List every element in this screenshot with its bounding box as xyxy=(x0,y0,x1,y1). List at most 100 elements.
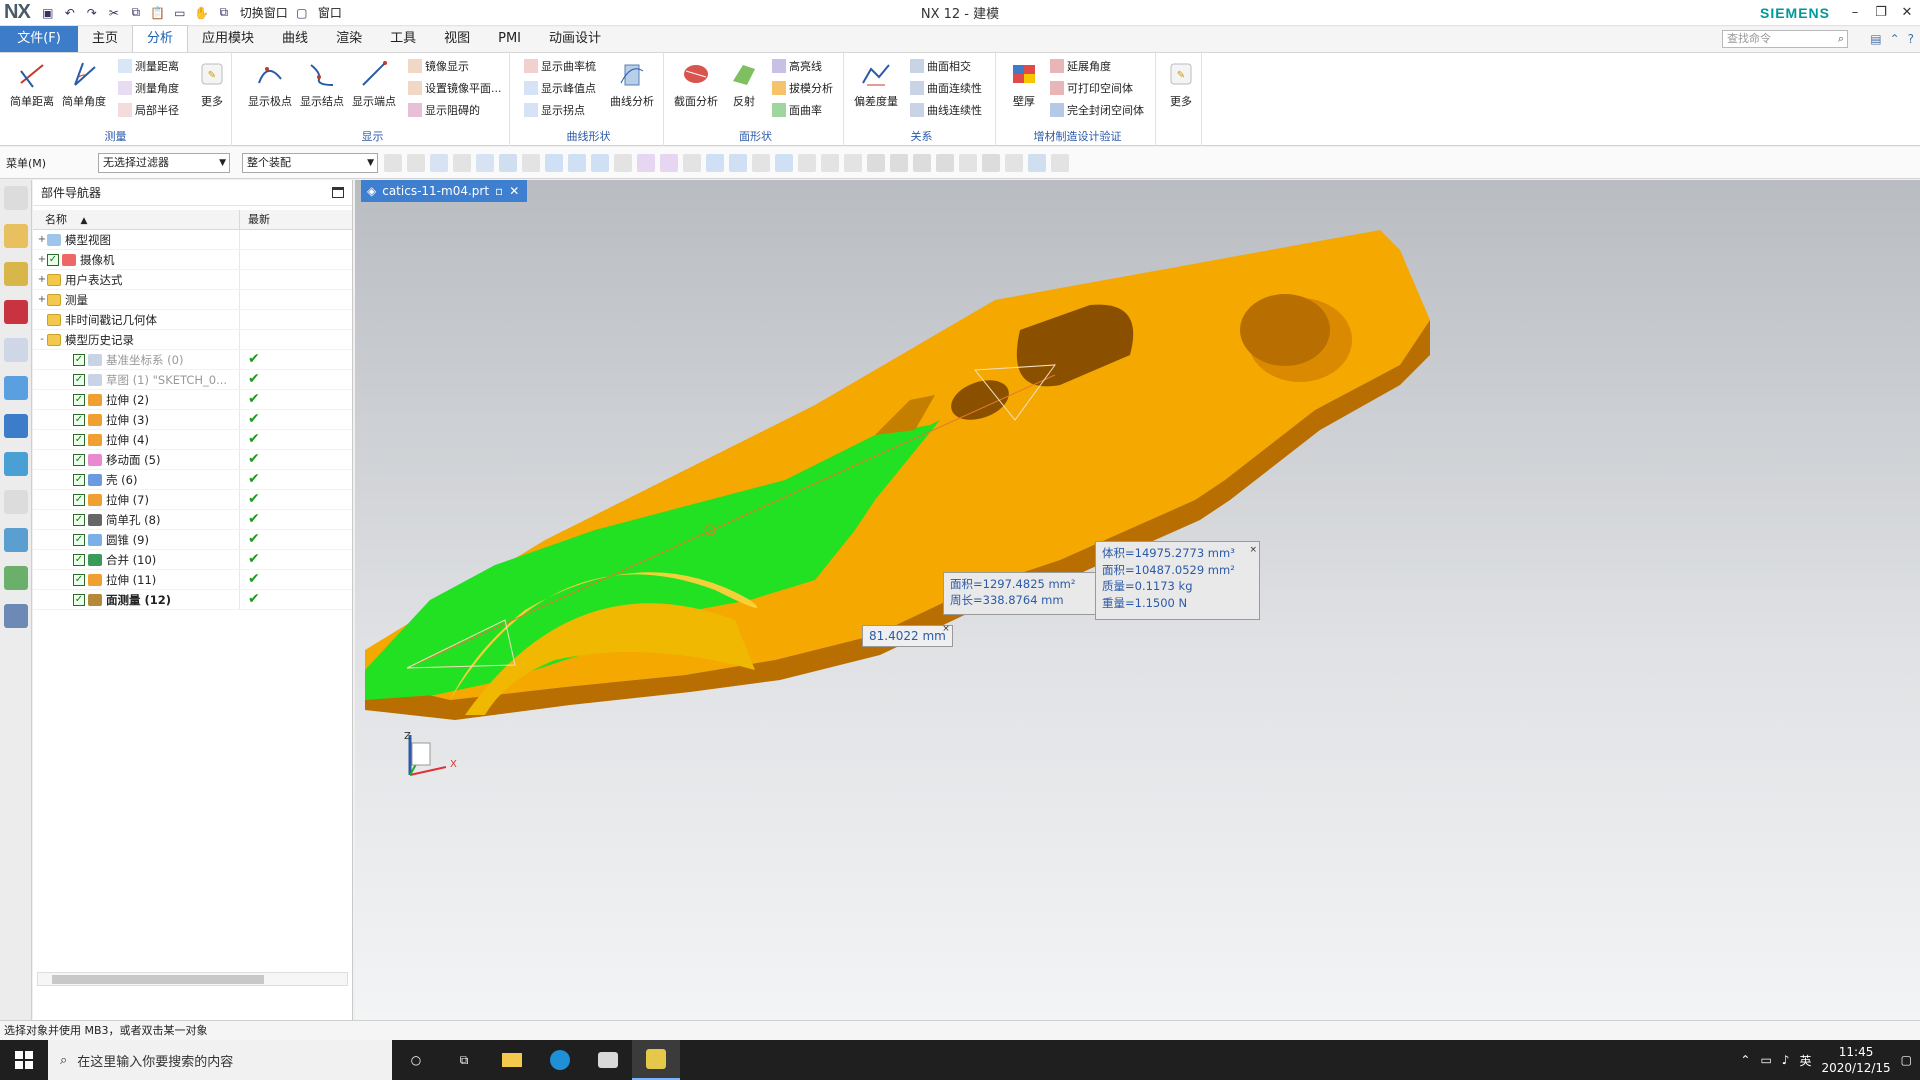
taskbar-search-input[interactable]: ⌕ 在这里输入你要搜索的内容 xyxy=(48,1040,392,1080)
snap-curve-icon[interactable] xyxy=(660,154,678,172)
ime-indicator[interactable]: 英 xyxy=(1799,1052,1811,1069)
curve-select-icon[interactable] xyxy=(522,154,540,172)
history-icon[interactable] xyxy=(3,452,28,476)
save-icon[interactable]: ▣ xyxy=(40,5,56,21)
command-search-input[interactable]: 查找命令 ⌕ xyxy=(1722,30,1848,48)
switch-window-button[interactable]: 切换窗口 xyxy=(240,4,288,21)
tree-row[interactable]: ✓ 壳 (6) ✔ xyxy=(33,470,352,490)
tree-row[interactable]: + 用户表达式 xyxy=(33,270,352,290)
set-mirror-plane-button[interactable]: 设置镜像平面... xyxy=(408,79,502,97)
part-navigator-icon[interactable] xyxy=(3,300,28,324)
tree-row[interactable]: ✓ 基准坐标系 (0) ✔ xyxy=(33,350,352,370)
visibility-checkbox[interactable]: ✓ xyxy=(73,413,85,426)
tree-row[interactable]: ✓ 合并 (10) ✔ xyxy=(33,550,352,570)
window-menu-button[interactable]: 窗口 xyxy=(318,4,342,21)
visibility-checkbox[interactable]: ✓ xyxy=(73,433,85,446)
task-view-icon[interactable]: ⧉ xyxy=(440,1040,488,1080)
view-fit-icon[interactable] xyxy=(867,154,885,172)
repeat-command-icon[interactable]: ▭ xyxy=(172,5,188,21)
tree-row[interactable]: ✓ 草图 (1) "SKETCH_0... ✔ xyxy=(33,370,352,390)
local-radius-button[interactable]: 局部半径 xyxy=(118,101,179,119)
show-blocking-button[interactable]: 显示阻碍的 xyxy=(408,101,480,119)
visibility-checkbox[interactable]: ✓ xyxy=(73,493,85,506)
expand-toggle-icon[interactable]: + xyxy=(37,290,47,309)
snap-endpoint-icon[interactable] xyxy=(568,154,586,172)
reflection-button[interactable]: 反射 xyxy=(720,57,768,109)
settings-icon[interactable] xyxy=(3,186,28,210)
show-endpoints-button[interactable]: 显示端点 xyxy=(350,57,398,109)
wall-thickness-button[interactable]: 壁厚 xyxy=(1000,57,1048,109)
view-orient-icon[interactable] xyxy=(959,154,977,172)
maximize-icon[interactable] xyxy=(332,187,344,198)
body-select-icon[interactable] xyxy=(499,154,517,172)
measure-angle-button[interactable]: 测量角度 xyxy=(118,79,179,97)
simple-angle-button[interactable]: 简单角度 xyxy=(60,57,108,109)
collapse-ribbon-icon[interactable]: ⌃ xyxy=(1890,32,1900,46)
windows-start-icon[interactable] xyxy=(0,1040,48,1080)
show-knots-button[interactable]: 显示结点 xyxy=(298,57,346,109)
section-analysis-button[interactable]: 截面分析 xyxy=(672,57,720,109)
visibility-checkbox[interactable]: ✓ xyxy=(73,393,85,406)
search-icon[interactable]: ⌕ xyxy=(1838,31,1844,47)
render-style-icon[interactable] xyxy=(1005,154,1023,172)
highlight-lines-button[interactable]: 高亮线 xyxy=(772,57,822,75)
measure-distance-button[interactable]: 测量距离 xyxy=(118,57,179,75)
edge-icon[interactable] xyxy=(536,1040,584,1080)
select-icon[interactable] xyxy=(384,154,402,172)
overhang-angle-button[interactable]: 延展角度 xyxy=(1050,57,1111,75)
visibility-checkbox[interactable]: ✓ xyxy=(73,373,85,386)
closed-volume-button[interactable]: 完全封闭空间体 xyxy=(1050,101,1144,119)
nx-taskbar-icon[interactable] xyxy=(632,1040,680,1080)
rect-select-icon[interactable] xyxy=(453,154,471,172)
system-materials-icon[interactable] xyxy=(3,490,28,514)
view-rotate-icon[interactable] xyxy=(913,154,931,172)
snap-quadrant-icon[interactable] xyxy=(706,154,724,172)
tree-row[interactable]: ✓ 拉伸 (3) ✔ xyxy=(33,410,352,430)
copy-icon[interactable]: ⧉ xyxy=(128,5,144,21)
snap-control-icon[interactable] xyxy=(614,154,632,172)
snap-intersect-icon[interactable] xyxy=(637,154,655,172)
snap-tangent-icon[interactable] xyxy=(821,154,839,172)
curvature-comb-button[interactable]: 显示曲率梳 xyxy=(524,57,596,75)
reuse-library-icon[interactable] xyxy=(3,338,28,362)
snap-bounded-icon[interactable] xyxy=(775,154,793,172)
app-icon[interactable] xyxy=(584,1040,632,1080)
orient-view-icon[interactable] xyxy=(1051,154,1069,172)
type-filter-select[interactable]: 无选择过滤器 ▼ xyxy=(98,153,230,173)
visibility-checkbox[interactable]: ✓ xyxy=(73,453,85,466)
tab-curve[interactable]: 曲线 xyxy=(268,26,322,52)
tree-row[interactable]: ✓ 拉伸 (2) ✔ xyxy=(33,390,352,410)
tree-row[interactable]: ✓ 圆锥 (9) ✔ xyxy=(33,530,352,550)
file-explorer-icon[interactable] xyxy=(488,1040,536,1080)
graphics-window[interactable]: ◈ catics-11-m04.prt ▫ ✕ Z X 81.4022 mm× xyxy=(355,180,1920,1020)
show-poles-button[interactable]: 显示极点 xyxy=(246,57,294,109)
deviation-gauge-button[interactable]: 偏差度量 xyxy=(852,57,900,109)
visibility-checkbox[interactable]: ✓ xyxy=(73,473,85,486)
help-icon[interactable]: ? xyxy=(1908,32,1914,46)
tab-view[interactable]: 视图 xyxy=(430,26,484,52)
distance-label[interactable]: 81.4022 mm × xyxy=(862,624,953,647)
notification-icon[interactable]: ▢ xyxy=(1901,1053,1912,1067)
ribbon-options-icon[interactable]: ▤ xyxy=(1870,32,1881,46)
redo-icon[interactable]: ↷ xyxy=(84,5,100,21)
roles-icon[interactable] xyxy=(3,604,28,628)
visibility-checkbox[interactable]: ✓ xyxy=(73,573,85,586)
tab-pmi[interactable]: PMI xyxy=(484,26,535,52)
mass-properties-label[interactable]: 体积=14975.2773 mm³ 面积=10487.0529 mm² 质量=0… xyxy=(1095,541,1260,620)
snap-onface-icon[interactable] xyxy=(752,154,770,172)
paste-icon[interactable]: 📋 xyxy=(150,5,166,21)
surface-continuity-button[interactable]: 曲面连续性 xyxy=(910,79,982,97)
switch-window-icon[interactable]: ⧉ xyxy=(216,5,232,21)
tree-row[interactable]: ✓ 移动面 (5) ✔ xyxy=(33,450,352,470)
column-latest-header[interactable]: 最新 xyxy=(240,210,270,229)
deselect-icon[interactable] xyxy=(407,154,425,172)
measure-more-button[interactable]: ✎ 更多 xyxy=(188,57,236,109)
snap-center-icon[interactable] xyxy=(683,154,701,172)
visibility-checkbox[interactable]: ✓ xyxy=(73,533,85,546)
close-label-icon[interactable]: × xyxy=(942,624,950,634)
volume-icon[interactable]: ♪ xyxy=(1782,1053,1790,1067)
tree-row[interactable]: ✓ 面测量 (12) ✔ xyxy=(33,590,352,610)
view-pan-icon[interactable] xyxy=(936,154,954,172)
visibility-checkbox[interactable]: ✓ xyxy=(73,553,85,566)
tray-chevron-icon[interactable]: ⌃ xyxy=(1740,1053,1750,1067)
